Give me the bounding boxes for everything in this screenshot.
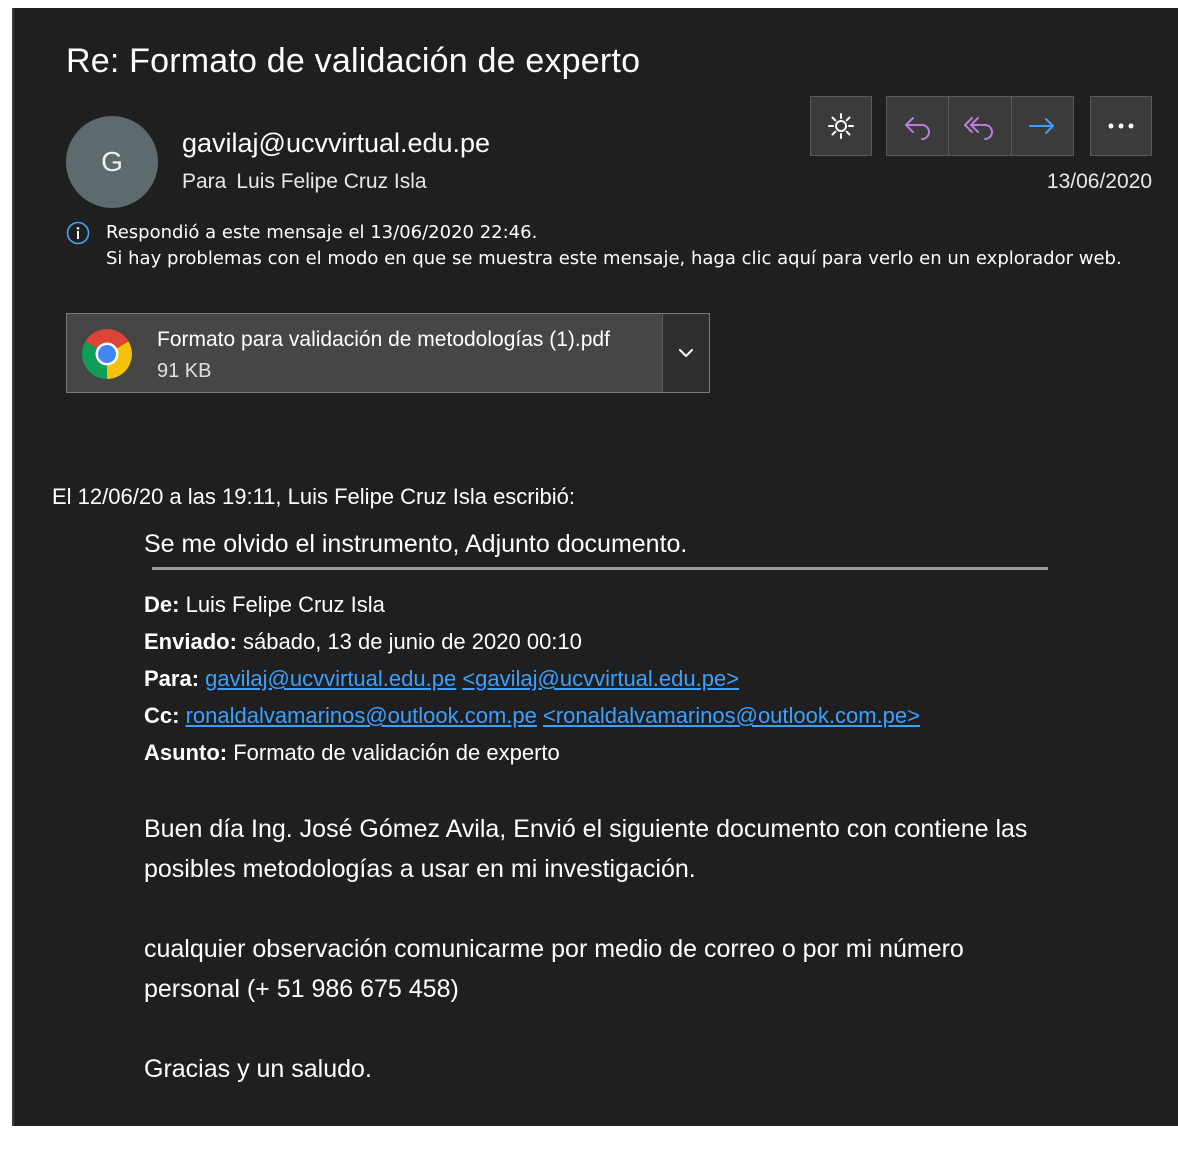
header-sent: Enviado: sábado, 13 de junio de 2020 00:… [144,623,1154,660]
more-actions-button[interactable] [1090,96,1152,156]
quoted-message: Se me olvido el instrumento, Adjunto doc… [144,530,1154,1089]
reply-button[interactable] [887,97,950,155]
attachment-menu-button[interactable] [662,314,709,392]
forward-button[interactable] [1012,97,1073,155]
body-paragraph-3: Gracias y un saludo. [144,1055,372,1083]
quote-separator [152,567,1048,570]
recipient-name[interactable]: Luis Felipe Cruz Isla [236,170,426,193]
reply-all-icon [963,117,993,140]
quote-intro: El 12/06/20 a las 19:11, Luis Felipe Cru… [52,484,575,509]
sender-avatar[interactable]: G [66,116,158,208]
avatar-initial: G [101,146,123,177]
attachment-card[interactable]: Formato para validación de metodologías … [66,313,710,393]
body-paragraph-2-line-2: personal (+ 51 986 675 458) [144,975,459,1003]
from-label: De: [144,592,180,617]
from-value: Luis Felipe Cruz Isla [185,592,385,617]
quote-first-line: Se me olvido el instrumento, Adjunto doc… [144,530,688,558]
attachment-name: Formato para validación de metodologías … [157,328,610,351]
attachment-open[interactable]: Formato para validación de metodologías … [67,314,662,392]
attachment-size: 91 KB [157,360,212,382]
cc-label: Cc: [144,703,180,728]
recipient-line: Para Luis Felipe Cruz Isla [182,170,427,194]
to-label: Para: [144,666,200,691]
body-paragraph-2-line-1: cualquier observación comunicarme por me… [144,935,964,963]
to-link-address[interactable]: <gavilaj@ucvvirtual.edu.pe> [462,666,739,691]
header-from: De: Luis Felipe Cruz Isla [144,586,1154,623]
body-paragraph-1-line-1: Buen día Ing. José Gómez Avila, Envió el… [144,815,1028,843]
header-to: Para: gavilaj@ucvvirtual.edu.pe <gavilaj… [144,660,1154,697]
message-date: 13/06/2020 [1046,170,1152,193]
message-subject: Re: Formato de validación de experto [66,42,641,80]
body-paragraph-1-line-2: posibles metodologías a usar en mi inves… [144,855,696,883]
sent-value: sábado, 13 de junio de 2020 00:10 [243,629,582,654]
cc-link[interactable]: ronaldalvamarinos@outlook.com.pe [186,703,537,728]
subject-label: Asunto: [144,740,228,765]
info-bar[interactable]: Respondió a este mensaje el 13/06/2020 2… [66,220,1126,272]
reply-icon [904,117,930,140]
subject-value: Formato de validación de experto [233,740,560,765]
more-icon [1108,123,1134,129]
forward-icon [1029,118,1055,134]
to-link[interactable]: gavilaj@ucvvirtual.edu.pe [205,666,456,691]
info-icon [66,221,90,245]
header-subject: Asunto: Formato de validación de experto [144,734,1154,771]
cc-link-address[interactable]: <ronaldalvamarinos@outlook.com.pe> [543,703,920,728]
reply-actions [886,96,1074,156]
sent-label: Enviado: [144,629,237,654]
chevron-down-icon [679,349,693,357]
to-label: Para [182,170,227,193]
theme-toggle-button[interactable] [810,96,872,156]
chrome-icon [82,329,132,379]
sender-address[interactable]: gavilaj@ucvvirtual.edu.pe [182,128,490,159]
brightness-icon [828,113,854,139]
reply-all-button[interactable] [949,97,1012,155]
reading-pane: Re: Formato de validación de experto G g… [12,8,1178,1126]
header-cc: Cc: ronaldalvamarinos@outlook.com.pe <ro… [144,697,1154,734]
info-browser-link[interactable]: Si hay problemas con el modo en que se m… [66,246,1126,272]
info-replied-text: Respondió a este mensaje el 13/06/2020 2… [106,222,538,243]
